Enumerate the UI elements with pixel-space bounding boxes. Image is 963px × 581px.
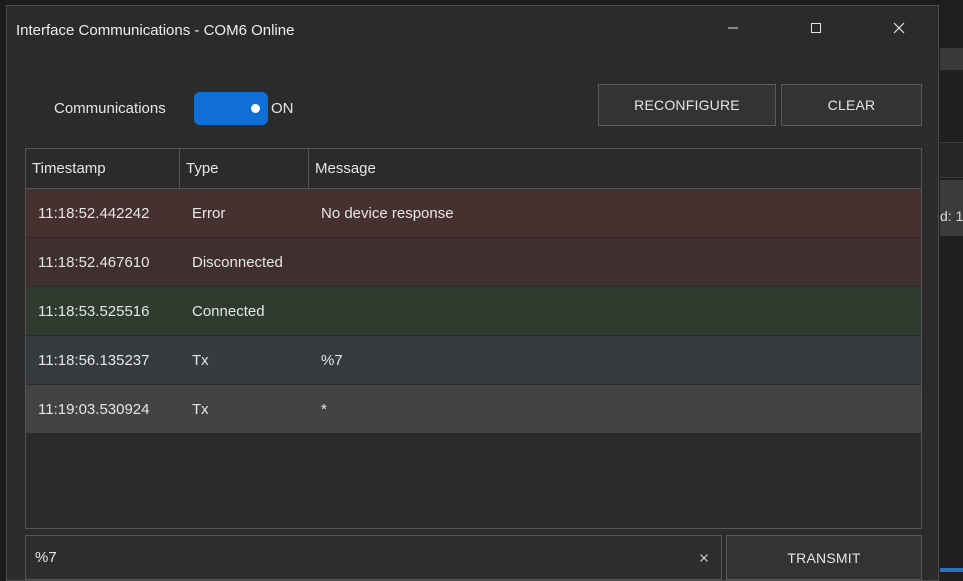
title-bar[interactable]: Interface Communications - COM6 Online <box>7 6 938 54</box>
table-row[interactable]: 11:18:56.135237 Tx %7 <box>26 336 921 385</box>
timestamp-cell: 11:18:53.525516 <box>38 302 150 320</box>
transmit-button[interactable]: TRANSMIT <box>726 535 922 580</box>
close-icon <box>893 21 905 39</box>
table-row[interactable]: 11:19:03.530924 Tx * <box>26 385 921 434</box>
type-cell: Disconnected <box>192 253 283 271</box>
background-text: d: 1 <box>940 208 963 224</box>
communications-window: Interface Communications - COM6 Online C… <box>6 5 939 581</box>
transmit-input-container <box>25 535 722 580</box>
window-title: Interface Communications - COM6 Online <box>16 22 295 39</box>
communications-label: Communications <box>54 100 166 117</box>
minimize-icon <box>727 21 739 39</box>
column-header-timestamp[interactable]: Timestamp <box>26 149 180 188</box>
close-button[interactable] <box>876 6 922 54</box>
message-cell: No device response <box>321 204 454 222</box>
transmit-input[interactable] <box>35 536 675 579</box>
message-log-table[interactable]: Timestamp Type Message 11:18:52.442242 E… <box>25 148 922 529</box>
column-header-message[interactable]: Message <box>309 149 921 188</box>
background-window: d: 1 <box>938 0 963 581</box>
background-panel <box>938 0 963 48</box>
communications-toggle[interactable] <box>194 92 268 125</box>
background-accent <box>940 568 963 572</box>
background-panel: d: 1 <box>940 180 963 236</box>
type-cell: Tx <box>192 351 209 369</box>
timestamp-cell: 11:18:52.442242 <box>38 204 150 222</box>
type-cell: Connected <box>192 302 265 320</box>
toggle-state-label: ON <box>271 100 294 117</box>
toggle-knob <box>251 104 260 113</box>
table-row[interactable]: 11:18:53.525516 Connected <box>26 287 921 336</box>
timestamp-cell: 11:19:03.530924 <box>38 400 150 418</box>
timestamp-cell: 11:18:56.135237 <box>38 351 150 369</box>
table-header: Timestamp Type Message <box>26 149 921 189</box>
minimize-button[interactable] <box>710 6 756 54</box>
timestamp-cell: 11:18:52.467610 <box>38 253 150 271</box>
message-cell: %7 <box>321 351 343 369</box>
background-panel <box>940 48 963 70</box>
background-panel <box>940 142 963 178</box>
message-cell: * <box>321 400 327 418</box>
type-cell: Tx <box>192 400 209 418</box>
column-header-type[interactable]: Type <box>180 149 309 188</box>
type-cell: Error <box>192 204 226 222</box>
maximize-icon <box>810 21 822 39</box>
reconfigure-button[interactable]: RECONFIGURE <box>598 84 776 126</box>
clear-button[interactable]: CLEAR <box>781 84 922 126</box>
table-row[interactable]: 11:18:52.467610 Disconnected <box>26 238 921 287</box>
clear-input-icon[interactable] <box>694 548 714 568</box>
maximize-button[interactable] <box>793 6 839 54</box>
table-row[interactable]: 11:18:52.442242 Error No device response <box>26 189 921 238</box>
